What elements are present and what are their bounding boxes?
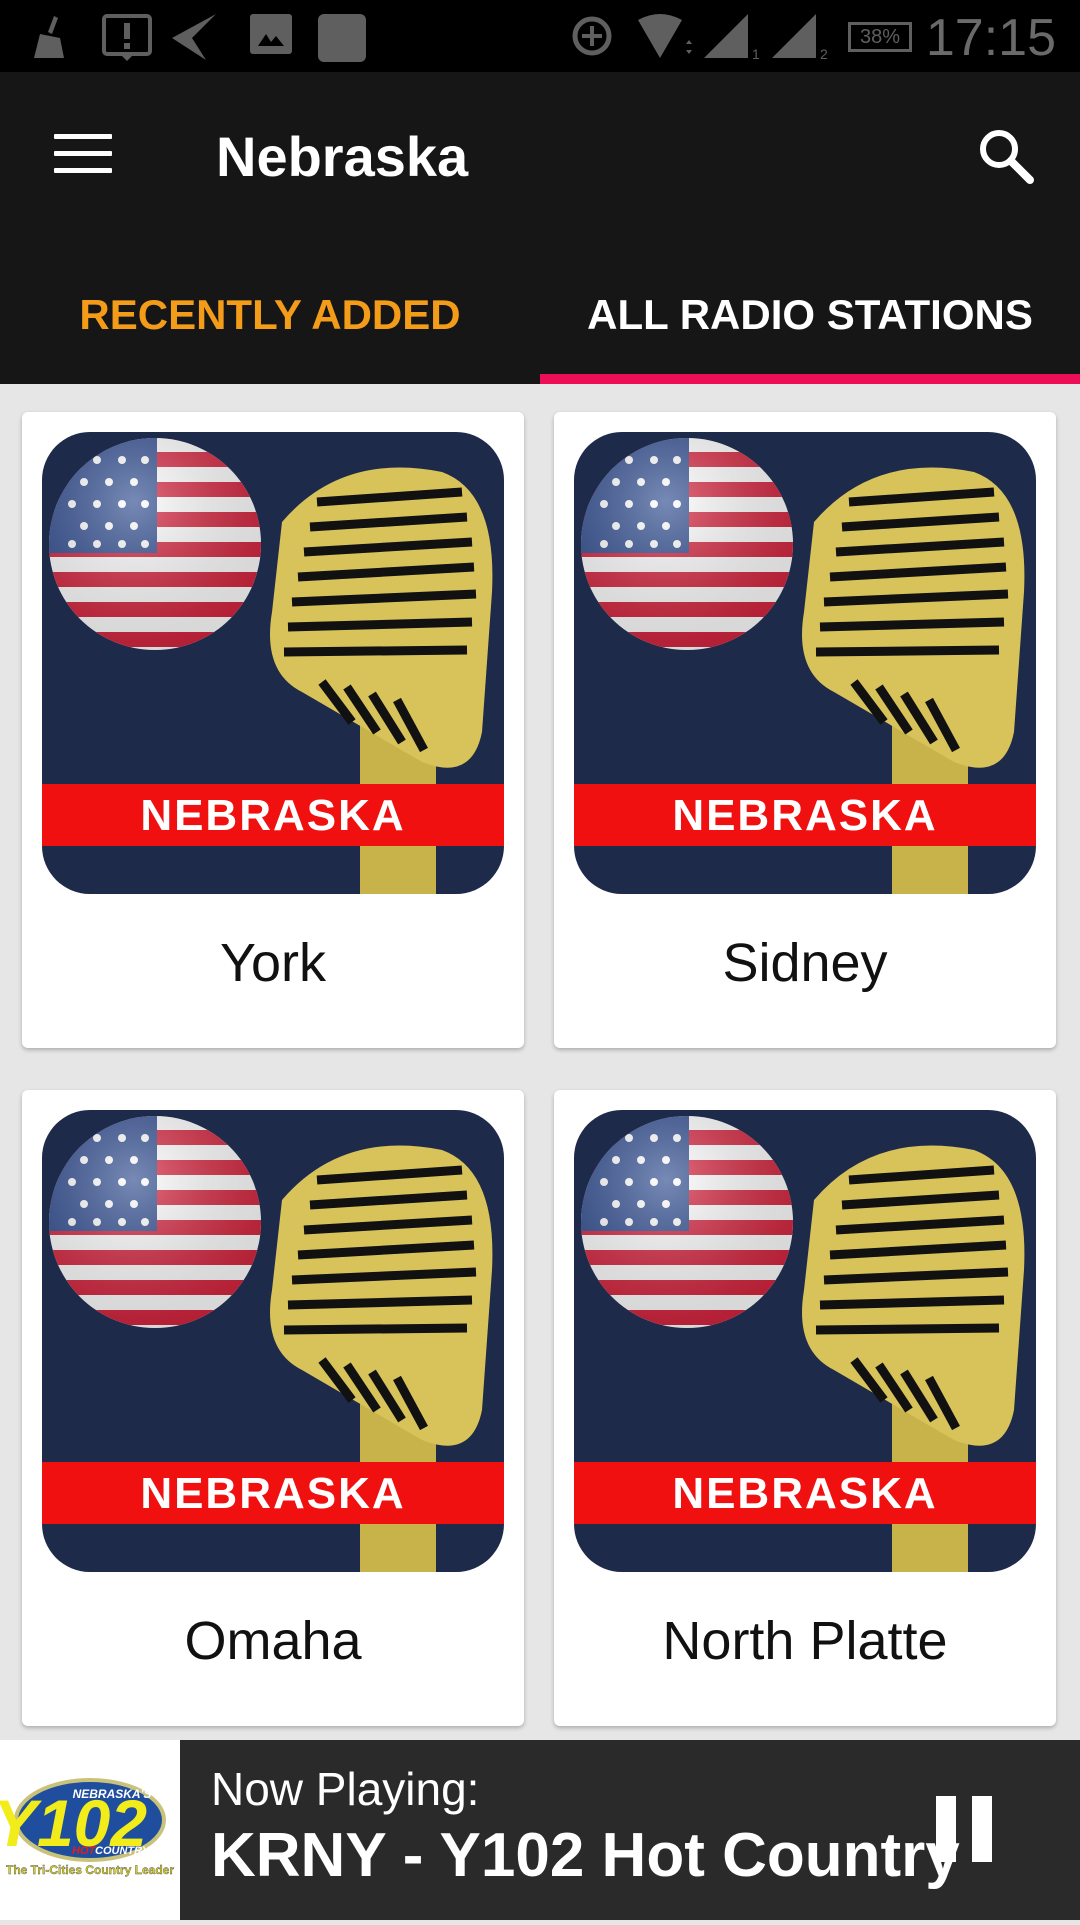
svg-text:COUNTRY: COUNTRY	[95, 1845, 151, 1857]
station-card-york[interactable]: York	[22, 412, 524, 1048]
svg-text:2: 2	[820, 46, 828, 60]
wifi-icon	[638, 14, 692, 58]
send-icon	[172, 14, 216, 60]
app-icon	[318, 14, 366, 62]
clock: 17:15	[925, 9, 1056, 67]
station-name: York	[219, 933, 327, 993]
station-grid: York Sidney Omaha North Platte	[0, 384, 1080, 1740]
svg-text:NEBRASKA'S: NEBRASKA'S	[73, 1787, 152, 1801]
signal-sim2-icon: 2	[772, 14, 828, 60]
station-artwork	[42, 432, 504, 894]
svg-text:The Tri-Cities Country Leader: The Tri-Cities Country Leader	[6, 1863, 174, 1877]
image-icon	[250, 14, 292, 54]
station-name: North Platte	[662, 1611, 948, 1671]
tab-all-radio-stations[interactable]: ALL RADIO STATIONS	[540, 280, 1080, 380]
now-playing-station: KRNY - Y102 Hot Country	[211, 1821, 960, 1890]
svg-text:1: 1	[752, 46, 760, 60]
battery-level: 38%	[859, 26, 901, 48]
signal-sim1-icon: 1	[704, 14, 760, 60]
search-icon[interactable]	[976, 126, 1036, 186]
status-bar: 1 2 38% 17:15	[0, 0, 1080, 72]
station-card-north-platte[interactable]: North Platte	[554, 1090, 1056, 1726]
svg-text:HOT: HOT	[72, 1845, 97, 1857]
station-name: Omaha	[184, 1611, 362, 1671]
alert-message-icon	[102, 14, 152, 61]
cleaner-icon	[34, 16, 64, 58]
station-name: Sidney	[722, 933, 888, 993]
active-tab-indicator	[540, 374, 1080, 384]
station-logo: Y102 NEBRASKA'S HOT COUNTRY The Tri-Citi…	[0, 1740, 180, 1920]
station-card-omaha[interactable]: Omaha	[22, 1090, 524, 1726]
station-artwork	[42, 1110, 504, 1572]
y102-logo-icon: Y102 NEBRASKA'S HOT COUNTRY The Tri-Citi…	[0, 1778, 175, 1877]
pause-icon[interactable]	[936, 1796, 996, 1862]
station-artwork	[574, 1110, 1036, 1572]
now-playing-label: Now Playing:	[211, 1763, 480, 1815]
tab-recently-added[interactable]: RECENTLY ADDED	[0, 280, 540, 380]
page-title: Nebraska	[216, 125, 469, 188]
now-playing-bar[interactable]: Y102 NEBRASKA'S HOT COUNTRY The Tri-Citi…	[0, 1740, 1080, 1920]
data-saver-icon	[572, 16, 612, 56]
station-artwork	[574, 432, 1036, 894]
hamburger-menu-icon[interactable]	[54, 134, 112, 174]
battery-indicator: 38%	[848, 22, 912, 52]
station-card-sidney[interactable]: Sidney	[554, 412, 1056, 1048]
